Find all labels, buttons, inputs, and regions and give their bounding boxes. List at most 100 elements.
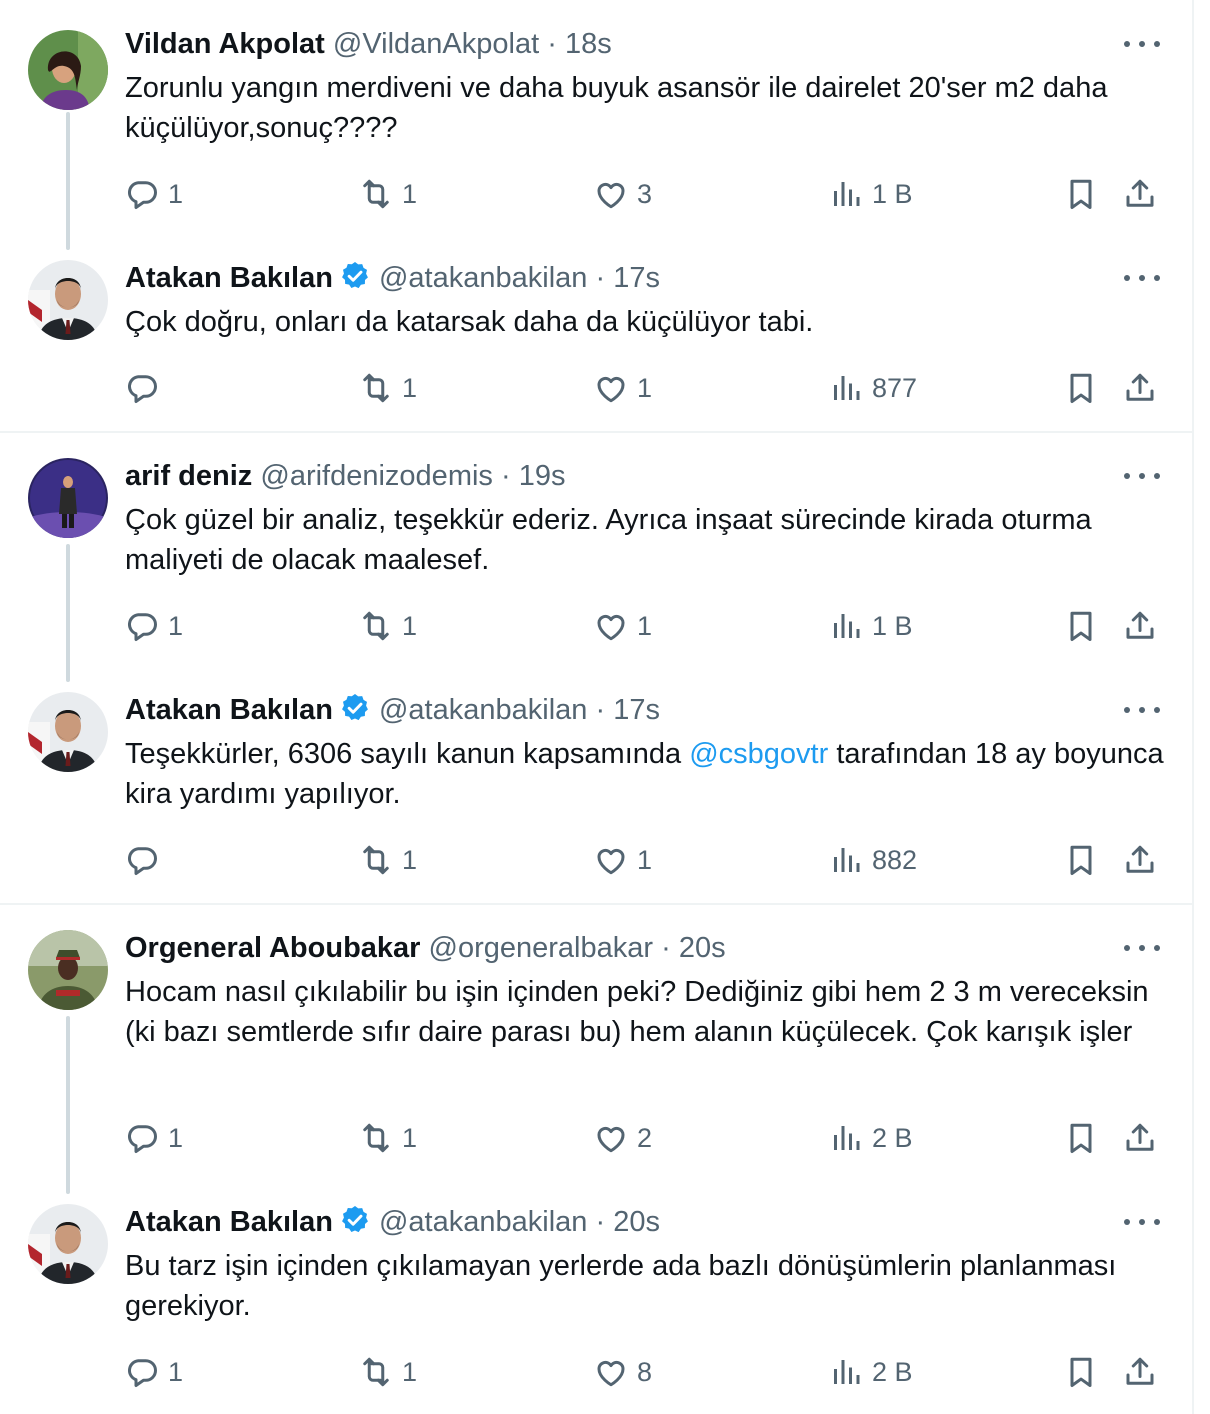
share-button[interactable] [1122,368,1158,408]
bookmark-button[interactable] [1063,1352,1099,1392]
share-button[interactable] [1122,174,1158,214]
like-button[interactable]: 3 [593,174,652,214]
retweet-count: 1 [402,372,418,403]
views-button[interactable]: 1 B [828,174,913,214]
bookmark-button[interactable] [1063,1118,1099,1158]
share-button[interactable] [1122,1118,1158,1158]
display-name[interactable]: Atakan Bakılan [125,694,333,726]
reply-button[interactable] [124,368,168,408]
tweet[interactable]: arif deniz @arifdenizodemis · 19s Çok gü… [0,456,1192,656]
views-count: 2 B [872,1356,913,1387]
avatar[interactable] [28,930,108,1010]
reply-button[interactable]: 1 [124,1352,183,1392]
tweet-header: Atakan Bakılan @atakanbakilan · 17s [125,258,660,298]
display-name[interactable]: Orgeneral Aboubakar [125,932,420,964]
separator-dot: · [547,28,557,60]
views-button[interactable]: 2 B [828,1118,913,1158]
share-icon [1122,608,1158,644]
more-icon[interactable] [1124,1216,1160,1228]
verified-badge-icon[interactable] [339,260,371,292]
separator-dot: · [595,694,606,726]
avatar[interactable] [28,692,108,772]
mention-link[interactable]: @csbgovtr [689,738,828,770]
verified-badge-icon[interactable] [339,692,371,724]
reply-button[interactable] [124,840,168,880]
more-icon[interactable] [1124,38,1160,50]
share-icon [1122,1354,1158,1390]
share-button[interactable] [1122,606,1158,646]
share-button[interactable] [1122,1352,1158,1392]
retweet-button[interactable]: 1 [358,368,417,408]
like-button[interactable]: 8 [593,1352,652,1392]
bookmark-icon [1063,370,1099,406]
like-button[interactable]: 1 [593,606,652,646]
like-count: 2 [637,1122,653,1153]
retweet-button[interactable]: 1 [358,606,417,646]
reply-count: 1 [168,178,184,209]
avatar[interactable] [28,1204,108,1284]
retweet-button[interactable]: 1 [358,1118,417,1158]
share-button[interactable] [1122,840,1158,880]
handle[interactable]: @arifdenizodemis [260,460,493,492]
more-icon[interactable] [1124,942,1160,954]
timeline-feed: Vildan Akpolat @VildanAkpolat · 18s Zoru… [0,0,1194,1414]
timestamp[interactable]: 18s [565,28,612,60]
tweet[interactable]: Orgeneral Aboubakar @orgeneralbakar · 20… [0,928,1192,1168]
display-name[interactable]: Atakan Bakılan [125,262,333,294]
handle[interactable]: @orgeneralbakar [429,932,654,964]
more-icon[interactable] [1124,470,1160,482]
reply-button[interactable]: 1 [124,1118,183,1158]
handle[interactable]: @atakanbakilan [379,262,587,294]
reply-button[interactable]: 1 [124,174,183,214]
timestamp[interactable]: 17s [613,262,660,294]
avatar[interactable] [28,30,108,110]
timestamp[interactable]: 20s [679,932,726,964]
tweet[interactable]: Atakan Bakılan @atakanbakilan · 20s Bu t… [0,1202,1192,1402]
tweet[interactable]: Atakan Bakılan @atakanbakilan · 17s Çok … [0,258,1192,418]
views-button[interactable]: 882 [828,840,917,880]
handle[interactable]: @atakanbakilan [379,694,587,726]
reply-icon [124,370,160,406]
reply-button[interactable]: 1 [124,606,183,646]
tweet-header: arif deniz @arifdenizodemis · 19s [125,456,565,496]
like-icon [593,176,629,212]
reply-count: 1 [168,610,184,641]
display-name[interactable]: arif deniz [125,460,252,492]
retweet-button[interactable]: 1 [358,1352,417,1392]
retweet-button[interactable]: 1 [358,840,417,880]
bookmark-button[interactable] [1063,606,1099,646]
tweet[interactable]: Vildan Akpolat @VildanAkpolat · 18s Zoru… [0,24,1192,224]
like-button[interactable]: 1 [593,840,652,880]
retweet-icon [358,608,394,644]
views-button[interactable]: 877 [828,368,917,408]
avatar[interactable] [28,458,108,538]
bookmark-button[interactable] [1063,840,1099,880]
views-button[interactable]: 2 B [828,1352,913,1392]
reply-count: 1 [168,1356,184,1387]
retweet-button[interactable]: 1 [358,174,417,214]
tweet[interactable]: Atakan Bakılan @atakanbakilan · 17s Teşe… [0,690,1192,890]
like-icon [593,608,629,644]
timestamp[interactable]: 20s [613,1206,660,1238]
tweet-header: Atakan Bakılan @atakanbakilan · 20s [125,1202,660,1242]
retweet-icon [358,370,394,406]
more-icon[interactable] [1124,272,1160,284]
verified-badge-icon[interactable] [339,1204,371,1236]
timestamp[interactable]: 17s [613,694,660,726]
more-icon[interactable] [1124,704,1160,716]
views-icon [828,176,864,212]
bookmark-button[interactable] [1063,174,1099,214]
views-button[interactable]: 1 B [828,606,913,646]
handle[interactable]: @atakanbakilan [379,1206,587,1238]
reply-icon [124,1354,160,1390]
like-icon [593,1120,629,1156]
bookmark-button[interactable] [1063,368,1099,408]
like-button[interactable]: 1 [593,368,652,408]
like-button[interactable]: 2 [593,1118,652,1158]
display-name[interactable]: Vildan Akpolat [125,28,325,60]
share-icon [1122,1120,1158,1156]
avatar[interactable] [28,260,108,340]
display-name[interactable]: Atakan Bakılan [125,1206,333,1238]
timestamp[interactable]: 19s [519,460,566,492]
handle[interactable]: @VildanAkpolat [333,28,539,60]
